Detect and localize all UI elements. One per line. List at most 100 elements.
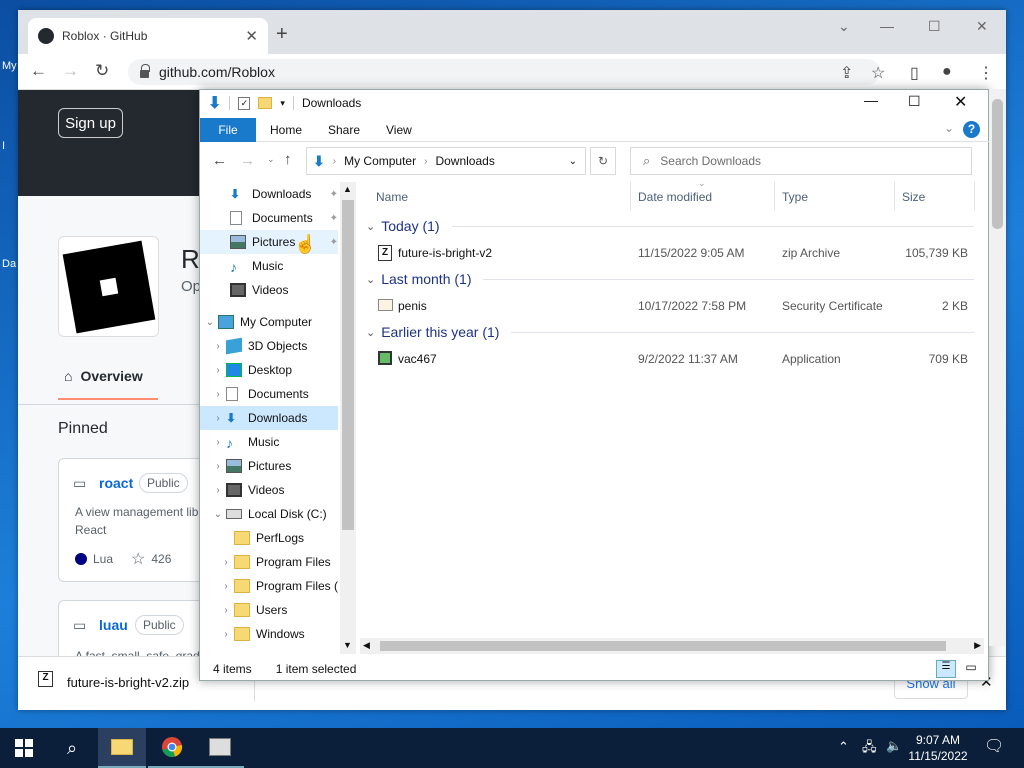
nav-item-videos[interactable]: Videos <box>200 278 338 302</box>
minimize-button[interactable]: — <box>880 18 894 34</box>
group-header-today[interactable]: ⌄ Today (1) <box>366 218 974 234</box>
up-icon[interactable]: ↑ <box>284 151 292 168</box>
volume-icon[interactable]: 🔈 <box>886 738 902 754</box>
large-icons-view-icon[interactable]: ▭ <box>962 660 980 678</box>
nav-item-folder[interactable]: › Users <box>200 598 338 622</box>
file-row[interactable]: vac467 9/2/2022 11:37 AM Application 709… <box>370 348 970 370</box>
taskbar-app[interactable] <box>196 728 244 768</box>
scroll-down-icon[interactable]: ▼ <box>343 640 352 650</box>
clock[interactable]: 9:07 AM 11/15/2022 <box>906 732 970 764</box>
maximize-button[interactable]: ☐ <box>908 93 921 110</box>
nav-scroll-thumb[interactable] <box>342 200 354 530</box>
nav-item-desktop[interactable]: › Desktop <box>200 358 338 382</box>
chevron-right-icon[interactable]: › <box>210 365 226 376</box>
horizontal-scroll-thumb[interactable] <box>380 641 946 651</box>
back-icon[interactable]: ← <box>30 61 47 81</box>
column-name[interactable]: Name <box>376 190 408 204</box>
recent-locations-icon[interactable]: ⌄ <box>267 154 275 165</box>
column-type[interactable]: Type <box>782 190 808 204</box>
taskbar-file-explorer[interactable] <box>98 728 146 768</box>
nav-item-pictures[interactable]: › Pictures <box>200 454 338 478</box>
reload-icon[interactable]: ↻ <box>95 61 109 81</box>
search-input[interactable]: ⌕ Search Downloads <box>630 147 972 175</box>
expand-ribbon-icon[interactable]: ⌄ <box>944 121 954 135</box>
tab-share[interactable]: Share <box>328 123 360 137</box>
download-arrow-icon[interactable]: ⬇ <box>208 93 221 113</box>
chevron-right-icon[interactable]: › <box>210 389 226 400</box>
nav-item-my-computer[interactable]: ⌄ My Computer <box>200 310 338 334</box>
nav-item-local-disk[interactable]: ⌄ Local Disk (C:) <box>200 502 338 526</box>
show-hidden-icons-chevron-icon[interactable]: ⌃ <box>838 739 849 755</box>
breadcrumb-item[interactable]: Downloads <box>435 154 494 168</box>
close-tab-icon[interactable]: ✕ <box>245 27 258 45</box>
close-window-button[interactable]: ✕ <box>976 18 988 35</box>
chevron-right-icon[interactable]: › <box>210 437 226 448</box>
nav-item-folder[interactable]: › Program Files <box>200 550 338 574</box>
address-bar[interactable]: ⬇ › My Computer › Downloads ⌄ <box>306 147 586 175</box>
details-view-icon[interactable]: ☰ <box>936 660 956 678</box>
nav-item-videos[interactable]: › Videos <box>200 478 338 502</box>
new-folder-icon[interactable] <box>258 97 273 109</box>
share-icon[interactable]: ⇪ <box>840 63 853 83</box>
desktop-icon-label[interactable]: Da <box>2 258 16 270</box>
chevron-right-icon[interactable]: › <box>218 581 234 592</box>
tab-home[interactable]: Home <box>270 123 302 137</box>
address-bar[interactable]: github.com/Roblox <box>128 59 880 85</box>
help-icon[interactable]: ? <box>963 121 980 138</box>
minimize-button[interactable]: — <box>864 92 878 108</box>
start-button[interactable] <box>0 728 48 768</box>
network-icon[interactable]: 🖧 <box>862 738 877 760</box>
breadcrumb-item[interactable]: My Computer <box>344 154 416 168</box>
scroll-right-icon[interactable]: ▶ <box>974 640 981 651</box>
nav-item-folder[interactable]: › Windows <box>200 622 338 646</box>
bookmark-star-icon[interactable]: ☆ <box>871 63 885 83</box>
notifications-icon[interactable]: 🗨 <box>984 736 1004 756</box>
nav-item-pictures[interactable]: Pictures ✦ <box>200 230 338 254</box>
repo-name-link[interactable]: roact <box>99 475 133 491</box>
close-window-button[interactable]: ✕ <box>954 92 967 112</box>
chevron-right-icon[interactable]: › <box>210 485 226 496</box>
nav-item-folder[interactable]: › Program Files ( <box>200 574 338 598</box>
scroll-left-icon[interactable]: ◀ <box>363 640 370 651</box>
tab-file[interactable]: File <box>200 118 256 142</box>
file-row[interactable]: penis 10/17/2022 7:58 PM Security Certif… <box>370 295 970 317</box>
nav-item-downloads[interactable]: ⬇ Downloads ✦ <box>200 182 338 206</box>
side-panel-icon[interactable]: ▯ <box>910 63 919 83</box>
maximize-button[interactable]: ☐ <box>928 18 941 35</box>
pin-icon[interactable]: ✦ <box>330 237 338 248</box>
chevron-right-icon[interactable]: › <box>218 557 234 568</box>
column-size[interactable]: Size <box>902 190 925 204</box>
chevron-down-icon[interactable]: ▾ <box>280 98 285 109</box>
chevron-down-icon[interactable]: ⌄ <box>569 156 577 167</box>
chevron-right-icon[interactable]: › <box>210 413 226 424</box>
refresh-button[interactable]: ↻ <box>590 147 616 175</box>
new-tab-button[interactable]: + <box>276 23 288 46</box>
download-filename[interactable]: future-is-bright-v2.zip <box>67 675 189 690</box>
chevron-right-icon[interactable]: › <box>218 629 234 640</box>
forward-icon[interactable]: → <box>240 152 255 169</box>
page-scrollbar[interactable] <box>989 89 1006 646</box>
nav-item-music[interactable]: › ♪ Music <box>200 430 338 454</box>
group-header-last-month[interactable]: ⌄ Last month (1) <box>366 271 974 287</box>
repo-name-link[interactable]: luau <box>99 617 128 633</box>
nav-item-downloads-selected[interactable]: › ⬇ Downloads <box>200 406 338 430</box>
chevron-down-icon[interactable]: ⌄ <box>366 273 375 286</box>
nav-item-documents[interactable]: Documents ✦ <box>200 206 338 230</box>
properties-icon[interactable]: ✓ <box>238 96 251 110</box>
menu-kebab-icon[interactable]: ⋮ <box>978 63 994 83</box>
tab-overview[interactable]: ⌂ Overview <box>64 368 143 384</box>
nav-item-3d-objects[interactable]: › 3D Objects <box>200 334 338 358</box>
nav-item-music[interactable]: ♪ Music <box>200 254 338 278</box>
chevron-right-icon[interactable]: › <box>210 341 226 352</box>
pin-icon[interactable]: ✦ <box>330 189 338 200</box>
profile-avatar-icon[interactable]: ● <box>942 63 952 81</box>
chevron-down-icon[interactable]: ⌄ <box>366 220 375 233</box>
tab-search-icon[interactable]: ⌄ <box>838 18 850 35</box>
chevron-right-icon[interactable]: › <box>218 605 234 616</box>
column-date-modified[interactable]: Date modified <box>638 190 712 204</box>
repo-stars[interactable]: 426 <box>151 552 171 566</box>
browser-tab[interactable]: Roblox · GitHub ✕ <box>28 18 268 54</box>
scroll-up-icon[interactable]: ▲ <box>343 184 352 194</box>
taskbar-chrome[interactable] <box>148 728 196 768</box>
search-button[interactable]: ⌕ <box>48 728 96 768</box>
